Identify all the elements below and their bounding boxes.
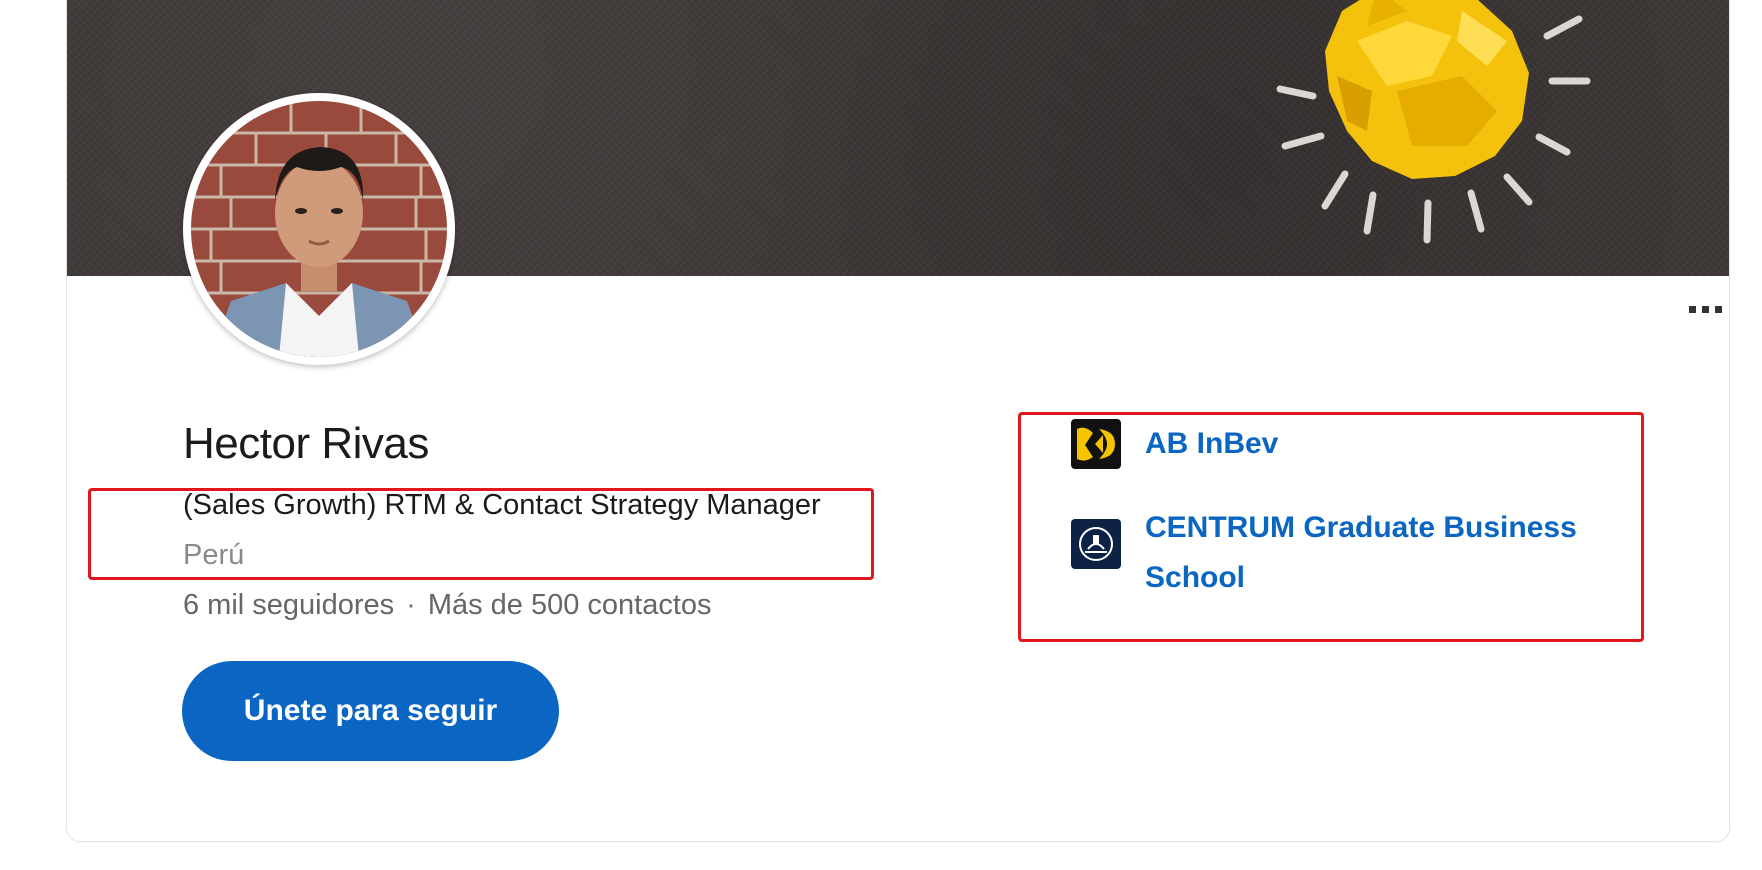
profile-name: Hector Rivas [183, 419, 429, 468]
profile-location: Perú [183, 539, 245, 571]
followers-count: 6 mil seguidores [183, 589, 395, 621]
company-name: CENTRUM Graduate Business School [1145, 511, 1577, 594]
connections-count: Más de 500 contactos [427, 589, 712, 621]
avatar[interactable] [183, 93, 455, 365]
profile-stats: 6 mil seguidores · Más de 500 contactos [183, 589, 712, 622]
more-horizontal-icon [1688, 305, 1696, 313]
separator: · [406, 589, 416, 621]
company-link-ab-inbev[interactable]: AB InBev [1071, 419, 1278, 469]
profile-headline: (Sales Growth) RTM & Contact Strategy Ma… [183, 489, 821, 521]
company-name: AB InBev [1145, 427, 1279, 460]
join-to-follow-button[interactable]: Únete para seguir [182, 661, 559, 761]
profile-card: Hector Rivas (Sales Growth) RTM & Contac… [66, 0, 1730, 842]
more-options-button[interactable] [1677, 291, 1729, 327]
profile-photo [191, 101, 447, 357]
company-link-centrum[interactable]: CENTRUM Graduate Business School [1071, 503, 1577, 603]
centrum-logo-icon [1071, 519, 1121, 569]
ab-inbev-logo-icon [1071, 419, 1121, 469]
